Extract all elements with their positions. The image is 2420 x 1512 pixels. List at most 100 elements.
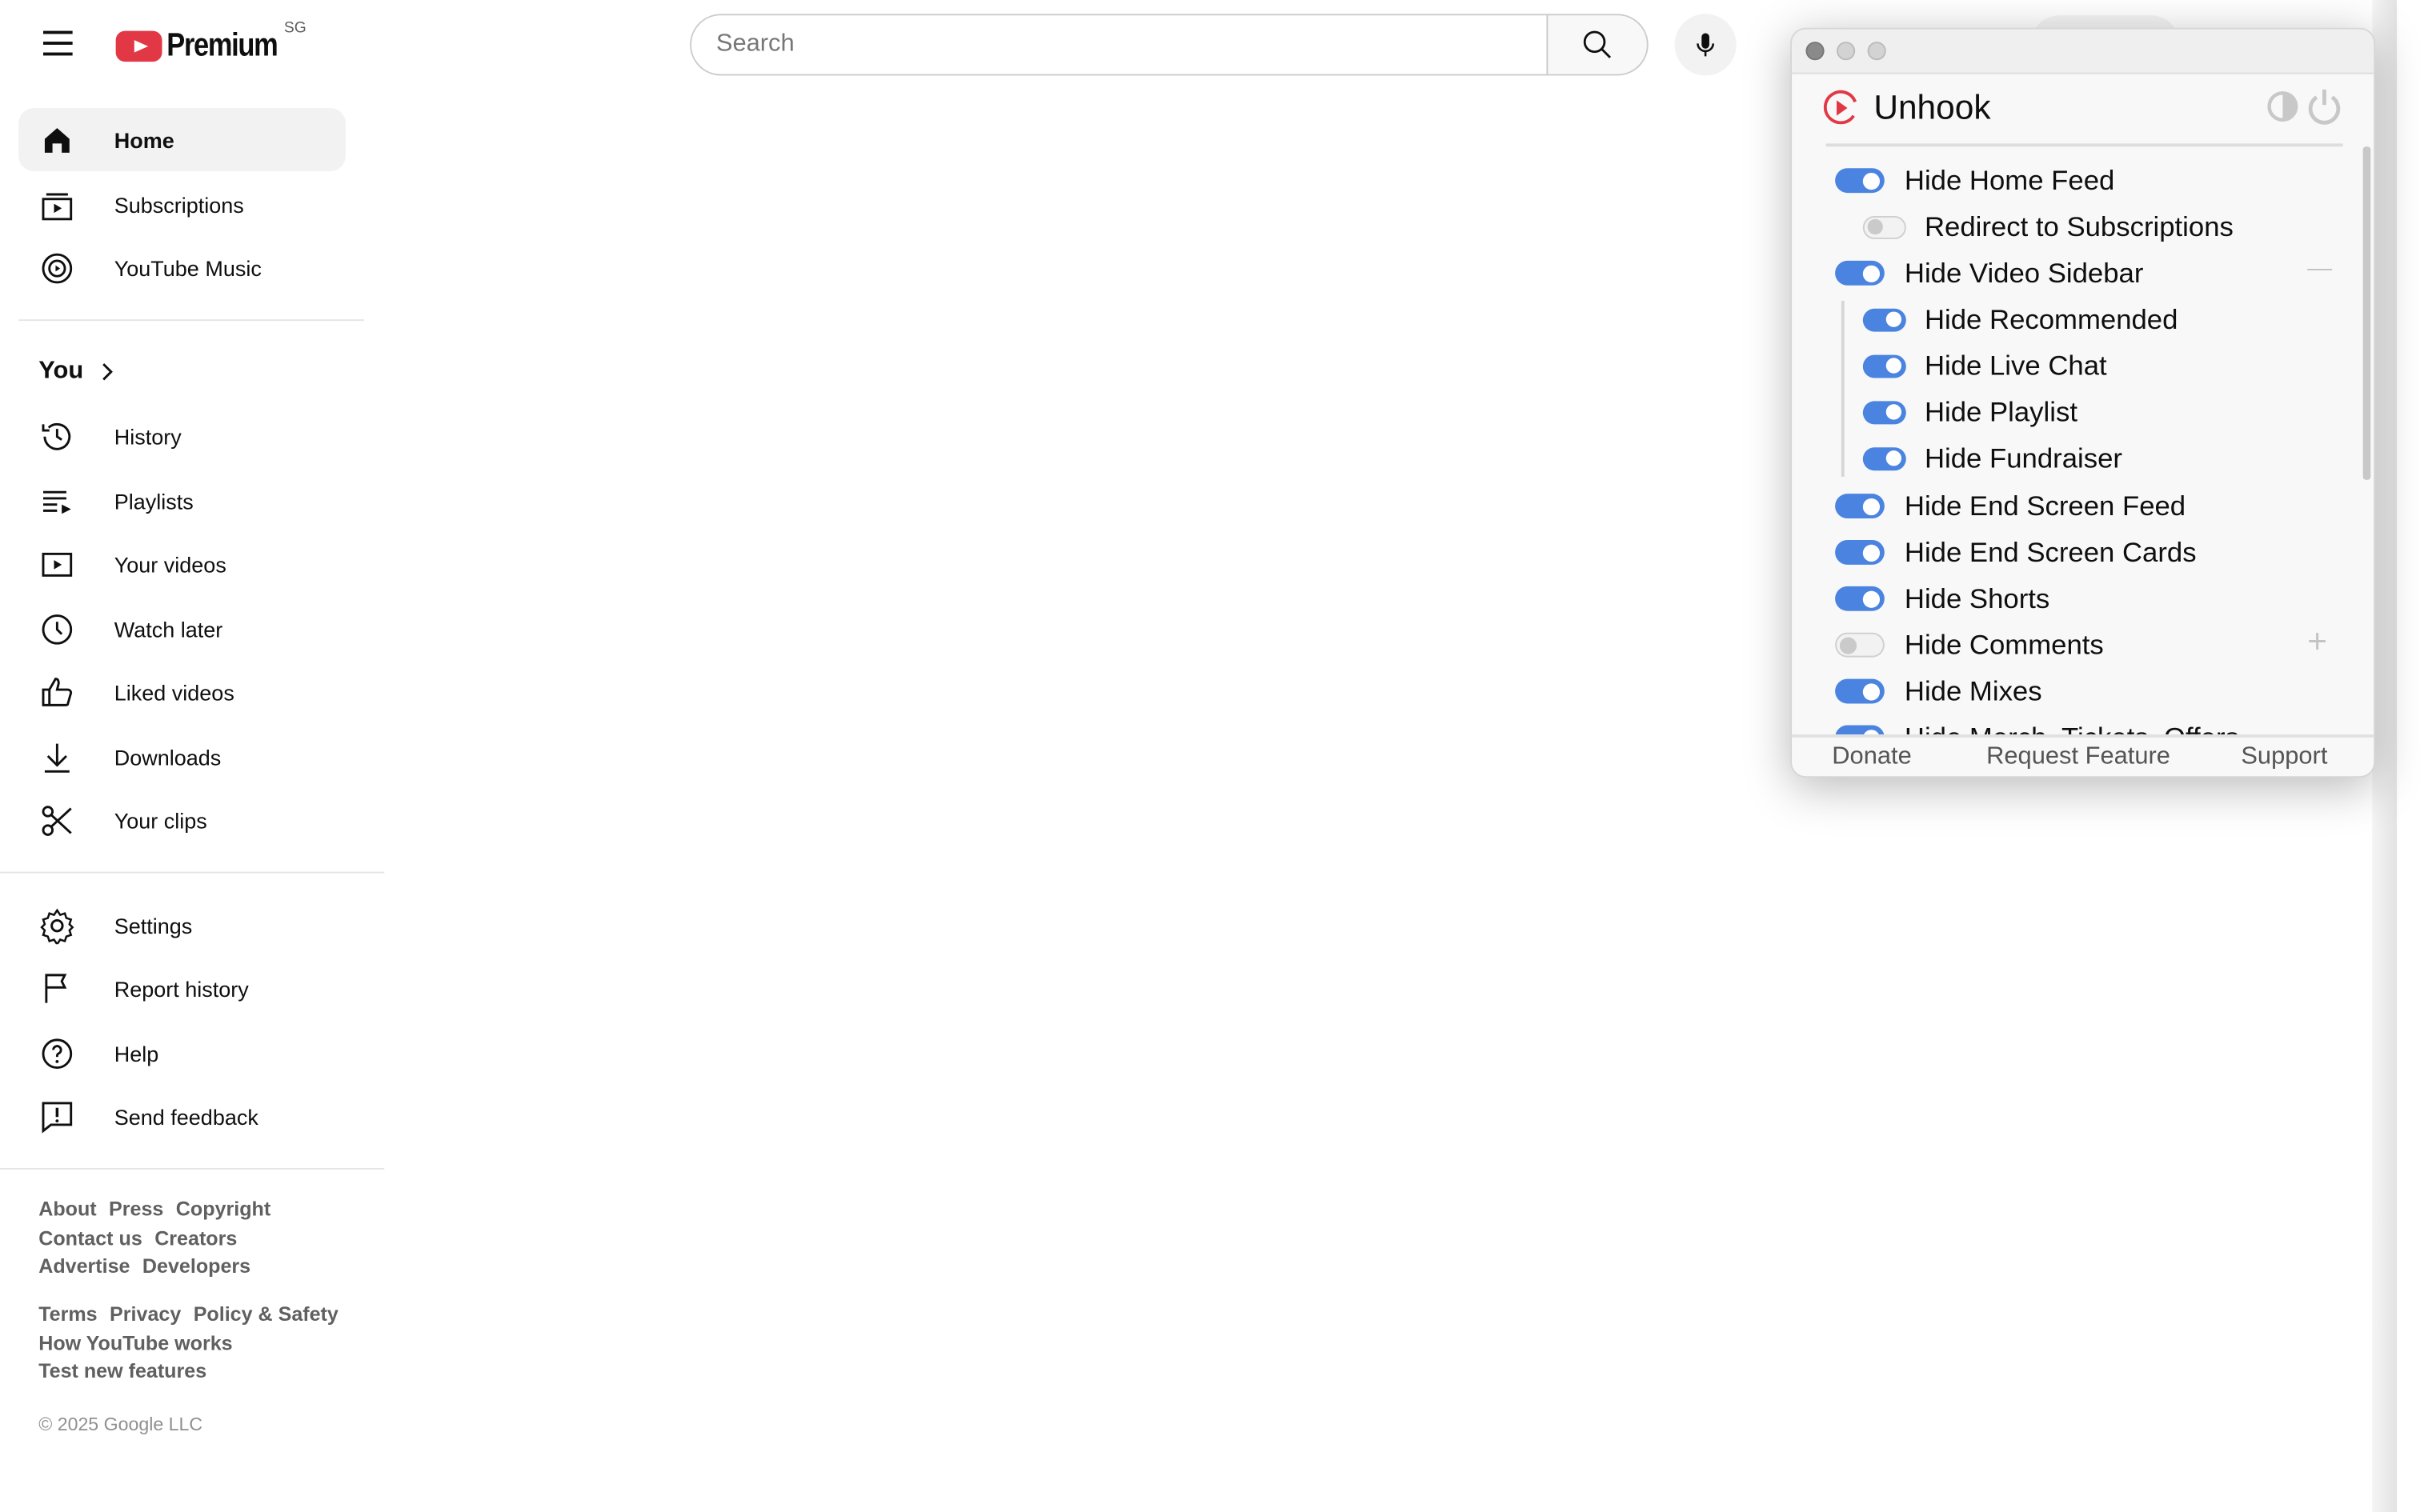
footer-links-row: Contact us Creators	[38, 1225, 250, 1254]
search-box[interactable]	[690, 14, 1549, 76]
expand-icon[interactable]: +	[2307, 622, 2327, 662]
option-redirect-to-subscriptions: Redirect to Subscriptions	[1862, 208, 2234, 245]
toggle-switch[interactable]	[1835, 678, 1885, 704]
donate-link[interactable]: Donate	[1832, 744, 1912, 772]
menu-icon[interactable]	[43, 30, 73, 56]
option-label: Hide Mixes	[1904, 674, 2042, 706]
sidebar-item-watch-later[interactable]: Watch later	[18, 597, 346, 660]
sidebar-item-label: YouTube Music	[114, 255, 262, 281]
footer-link[interactable]: Advertise	[38, 1255, 130, 1278]
option-hide-video-sidebar: Hide Video Sidebar	[1835, 254, 2143, 291]
toggle-switch[interactable]	[1835, 168, 1885, 194]
power-icon[interactable]	[2306, 86, 2342, 125]
option-label: Hide End Screen Cards	[1904, 536, 2197, 567]
sidebar-item-help[interactable]: Help	[18, 1022, 346, 1085]
footer-link[interactable]: Copyright	[176, 1198, 270, 1221]
you-section-header[interactable]: You	[38, 358, 114, 386]
flag-icon	[38, 970, 75, 1006]
toggle-switch[interactable]	[1835, 260, 1885, 286]
sidebar-item-label: Settings	[114, 912, 193, 938]
sidebar-item-label: Watch later	[114, 616, 223, 642]
option-label: Hide Shorts	[1904, 582, 2050, 614]
region-label: SG	[283, 20, 307, 38]
download-icon	[38, 738, 75, 775]
footer-link[interactable]: Contact us	[38, 1226, 142, 1250]
footer-links-row: How YouTube works	[38, 1330, 245, 1358]
scrollbar-thumb[interactable]	[2362, 146, 2371, 480]
collapse-icon[interactable]: —	[2307, 256, 2332, 284]
footer-link[interactable]: Terms	[38, 1302, 97, 1326]
support-link[interactable]: Support	[2241, 744, 2327, 772]
search-button[interactable]	[1546, 14, 1649, 76]
footer-link[interactable]: About	[38, 1198, 96, 1221]
toggle-switch[interactable]	[1835, 540, 1885, 565]
footer-links-row: Test new features	[38, 1358, 218, 1387]
copyright: © 2025 Google LLC	[38, 1413, 203, 1435]
footer-link[interactable]: Creators	[154, 1226, 237, 1250]
option-hide-comments: Hide Comments	[1835, 626, 2104, 663]
theme-toggle-icon[interactable]	[2266, 90, 2299, 123]
sidebar-item-label: Downloads	[114, 744, 222, 770]
toggle-switch[interactable]	[1835, 632, 1885, 658]
sidebar-item-label: Liked videos	[114, 679, 234, 705]
search-input[interactable]	[691, 15, 1547, 74]
popup-title: Unhook	[1873, 87, 1991, 127]
subgroup-line	[1841, 301, 1845, 477]
history-icon	[38, 418, 75, 454]
option-label: Hide Comments	[1904, 628, 2104, 660]
sidebar-divider	[18, 319, 365, 322]
voice-search-button[interactable]	[1674, 14, 1737, 76]
option-hide-home-feed: Hide Home Feed	[1835, 162, 2114, 199]
sidebar-item-report-history[interactable]: Report history	[18, 957, 346, 1020]
you-label: You	[38, 358, 84, 385]
sidebar-item-history[interactable]: History	[18, 404, 346, 467]
toggle-switch[interactable]	[1862, 400, 1906, 424]
footer-link[interactable]: How YouTube works	[38, 1331, 232, 1354]
sidebar-item-your-clips[interactable]: Your clips	[18, 789, 346, 852]
window-titlebar	[1792, 29, 2374, 74]
option-hide-shorts: Hide Shorts	[1835, 580, 2049, 617]
maximize-window-button[interactable]	[1867, 42, 1886, 61]
youtube-premium-logo[interactable]: Premium	[115, 28, 297, 65]
watch-later-icon	[38, 610, 75, 647]
option-hide-end-screen-feed: Hide End Screen Feed	[1835, 487, 2186, 524]
sidebar-item-home[interactable]: Home	[18, 108, 347, 172]
footer-link[interactable]: Policy & Safety	[194, 1302, 339, 1326]
toggle-switch[interactable]	[1862, 307, 1906, 331]
toggle-switch[interactable]	[1835, 494, 1885, 519]
playlists-icon	[38, 482, 75, 519]
sidebar-item-youtube-music[interactable]: YouTube Music	[18, 236, 346, 299]
header-divider	[1825, 143, 2343, 147]
toggle-switch[interactable]	[1862, 354, 1906, 378]
footer-link[interactable]: Test new features	[38, 1360, 206, 1383]
toggle-switch[interactable]	[1862, 446, 1906, 470]
home-icon	[38, 121, 75, 158]
thumbs-up-icon	[38, 674, 75, 710]
footer-link[interactable]: Privacy	[110, 1302, 181, 1326]
footer-links-row: Terms Privacy Policy & Safety	[38, 1301, 351, 1330]
sidebar-item-settings[interactable]: Settings	[18, 894, 346, 957]
sidebar-item-label: Report history	[114, 975, 249, 1001]
sidebar-item-subscriptions[interactable]: Subscriptions	[18, 173, 346, 236]
footer-link[interactable]: Developers	[142, 1255, 250, 1278]
minimize-window-button[interactable]	[1837, 42, 1856, 61]
popup-footer: Donate Request Feature Support	[1792, 734, 2374, 777]
sidebar-item-downloads[interactable]: Downloads	[18, 725, 346, 788]
subscriptions-icon	[38, 186, 75, 222]
sidebar-item-send-feedback[interactable]: Send feedback	[18, 1085, 346, 1148]
sidebar-item-label: Playlists	[114, 488, 194, 514]
sidebar-item-label: Subscriptions	[114, 192, 244, 217]
sidebar-item-liked-videos[interactable]: Liked videos	[18, 660, 346, 723]
close-window-button[interactable]	[1805, 42, 1825, 61]
option-hide-playlist: Hide Playlist	[1862, 394, 2077, 430]
toggle-switch[interactable]	[1862, 215, 1906, 238]
your-videos-icon	[38, 546, 75, 582]
toggle-switch[interactable]	[1835, 586, 1885, 611]
footer-link[interactable]: Press	[109, 1198, 163, 1221]
request-feature-link[interactable]: Request Feature	[1986, 744, 2170, 772]
sidebar-item-playlists[interactable]: Playlists	[18, 469, 346, 532]
sidebar-item-your-videos[interactable]: Your videos	[18, 532, 346, 595]
window-edge-shadow	[2372, 0, 2398, 1512]
option-label: Hide Fundraiser	[1924, 442, 2122, 474]
unhook-extension-popup: Unhook Hide Home Feed Redirect to Subscri…	[1790, 27, 2376, 778]
